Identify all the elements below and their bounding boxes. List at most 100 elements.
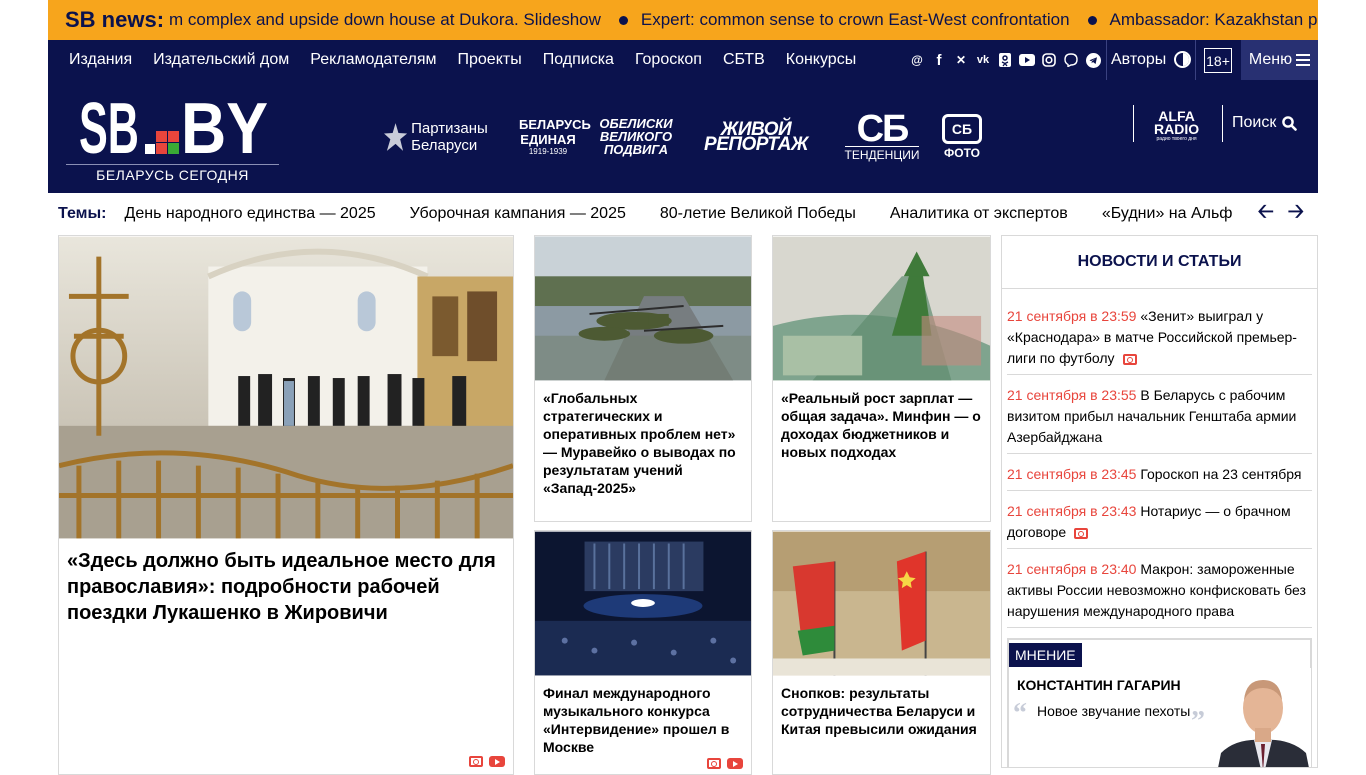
opinion-block[interactable]: МНЕНИЕ КОНСТАНТИН ГАГАРИН “ Новое звучан…	[1007, 638, 1312, 767]
topics-label: Темы:	[58, 205, 107, 222]
project-belarus-one[interactable]: БЕЛАРУСЬ ЕДИНАЯ 1919-1939	[519, 80, 591, 193]
news-card[interactable]: Финал международного музыкального конкур…	[534, 530, 752, 775]
project-trends[interactable]: СБ ТЕНДЕНЦИИ	[842, 80, 922, 193]
project-belarus-one-label: БЕЛАРУСЬ ЕДИНАЯ	[519, 117, 591, 147]
ticker-item[interactable]: Ambassador: Kazakhstan pro	[1110, 10, 1318, 30]
logo-subtitle: БЕЛАРУСЬ СЕГОДНЯ	[96, 167, 249, 183]
author-photo	[1216, 668, 1311, 767]
logo-divider	[66, 164, 279, 165]
vk-icon[interactable]: vk	[975, 52, 991, 68]
opinion-badge: МНЕНИЕ	[1009, 643, 1082, 667]
menu-label: Меню	[1248, 51, 1293, 68]
project-photo[interactable]: СБ ФОТО	[940, 80, 984, 193]
news-item[interactable]: 21 сентября в 23:43 Нотариус — о брачном…	[1007, 501, 1312, 549]
camera-icon	[1122, 353, 1137, 365]
project-live-report-label: ЖИВОЙ РЕПОРТАЖ	[704, 118, 808, 155]
news-feed-header: НОВОСТИ И СТАТЬИ	[1002, 236, 1317, 289]
project-trends-logo: СБ	[856, 107, 910, 150]
topic-item[interactable]: Уборочная кампания — 2025	[410, 205, 626, 223]
news-time: 21 сентября в 23:40	[1007, 561, 1137, 577]
nav-item-projects[interactable]: Проекты	[458, 51, 522, 69]
nav-item-publications[interactable]: Издания	[69, 51, 132, 69]
hamburger-icon	[1296, 54, 1311, 66]
facebook-icon[interactable]: f	[931, 52, 947, 69]
news-item[interactable]: 21 сентября в 23:55 В Беларусь с рабочим…	[1007, 385, 1312, 454]
news-item[interactable]: 21 сентября в 23:40 Макрон: замороженные…	[1007, 559, 1312, 628]
viber-icon[interactable]	[1063, 52, 1079, 68]
main-story-image	[59, 236, 513, 539]
svg-text:SB: SB	[79, 92, 139, 164]
ticker-item[interactable]: Expert: common sense to crown East-West …	[641, 10, 1070, 30]
search-button[interactable]: Поиск	[1232, 114, 1298, 132]
project-partisans-label: Партизаны Беларуси	[411, 119, 488, 154]
news-card-title[interactable]: Финал международного музыкального конкур…	[543, 684, 743, 756]
topics-arrows: 🡠 🡢	[1238, 193, 1318, 235]
search-icon	[1282, 115, 1298, 131]
project-obelisks-label: ОБЕЛИСКИ ВЕЛИКОГО ПОДВИГА	[599, 116, 673, 157]
svg-text:BY: BY	[181, 92, 268, 164]
camera-icon	[469, 756, 483, 767]
news-time: 21 сентября в 23:59	[1007, 308, 1137, 324]
project-live-report[interactable]: ЖИВОЙ РЕПОРТАЖ	[695, 80, 817, 193]
theme-toggle-icon[interactable]	[1174, 51, 1191, 68]
authors-link[interactable]: Авторы	[1111, 40, 1166, 80]
nav-item-advertisers[interactable]: Рекламодателям	[310, 51, 436, 69]
instagram-icon[interactable]	[1041, 52, 1057, 68]
nav-item-subscription[interactable]: Подписка	[543, 51, 614, 69]
nav-item-publishing-house[interactable]: Издательский дом	[153, 51, 289, 69]
x-icon[interactable]: ✕	[953, 52, 969, 68]
arrow-right-icon[interactable]: 🡢	[1288, 197, 1304, 231]
site-logo[interactable]: SB BY БЕЛАРУСЬ СЕГОДНЯ	[66, 92, 279, 184]
arrow-left-icon[interactable]: 🡠	[1258, 197, 1274, 231]
nav-item-horoscope[interactable]: Гороскоп	[635, 51, 702, 69]
topic-item[interactable]: 80-летие Великой Победы	[660, 205, 856, 223]
menu-button[interactable]: Меню	[1241, 40, 1318, 80]
main-story-card[interactable]: «Здесь должно быть идеальное место для п…	[58, 235, 514, 775]
project-belarus-one-years: 1919-1939	[528, 147, 568, 156]
nav-item-sbtv[interactable]: СБТВ	[723, 51, 765, 69]
news-ticker: SB news: m complex and upside down house…	[48, 0, 1318, 40]
project-obelisks[interactable]: ОБЕЛИСКИ ВЕЛИКОГО ПОДВИГА	[591, 80, 681, 193]
radio-name-bottom: RADIO	[1154, 121, 1200, 137]
main-story-title[interactable]: «Здесь должно быть идеальное место для п…	[67, 548, 507, 626]
camera-icon: СБ	[942, 113, 982, 144]
news-item[interactable]: 21 сентября в 23:59 «Зенит» выиграл у «К…	[1007, 306, 1312, 375]
news-card-image	[535, 236, 751, 381]
ticker-dot	[1087, 15, 1097, 25]
topic-item[interactable]: «Будни» на Альф	[1102, 205, 1233, 223]
news-card-title[interactable]: Снопков: результаты сотрудничества Белар…	[781, 684, 985, 738]
ticker-dot	[618, 15, 628, 25]
news-card[interactable]: «Глобальных стратегических и оперативных…	[534, 235, 752, 522]
topic-item[interactable]: Аналитика от экспертов	[890, 205, 1068, 223]
youtube-icon[interactable]	[1019, 52, 1035, 68]
ticker-item[interactable]: m complex and upside down house at Dukor…	[169, 10, 601, 30]
header-divider	[1222, 105, 1223, 142]
odnoklassniki-icon[interactable]	[997, 52, 1013, 68]
media-icons	[707, 758, 743, 769]
news-item[interactable]: 21 сентября в 23:45 Гороскоп на 23 сентя…	[1007, 464, 1312, 491]
nav-divider	[1195, 40, 1196, 80]
topic-item[interactable]: День народного единства — 2025	[125, 205, 376, 223]
opinion-quote[interactable]: Новое звучание пехоты	[1037, 703, 1190, 719]
topics-bar: Темы: День народного единства — 2025 Убо…	[48, 193, 1318, 235]
threads-icon[interactable]: @	[909, 52, 925, 68]
quote-close-icon: ”	[1191, 706, 1205, 737]
video-icon	[489, 756, 505, 767]
alfa-radio-link[interactable]: ALFA RADIO радио твоего дня	[1154, 109, 1200, 142]
header-divider	[1133, 105, 1134, 142]
news-time: 21 сентября в 23:45	[1007, 466, 1137, 482]
news-card-title[interactable]: «Реальный рост зарплат — общая задача». …	[781, 389, 985, 461]
opinion-author[interactable]: КОНСТАНТИН ГАГАРИН	[1017, 677, 1181, 693]
news-feed: НОВОСТИ И СТАТЬИ 21 сентября в 23:59 «Зе…	[1001, 235, 1318, 768]
news-card[interactable]: «Реальный рост зарплат — общая задача». …	[772, 235, 991, 522]
telegram-icon[interactable]	[1085, 52, 1101, 68]
project-partisans[interactable]: Партизаны Беларуси	[384, 80, 496, 193]
media-icons	[469, 756, 505, 767]
news-card-title[interactable]: «Глобальных стратегических и оперативных…	[543, 389, 743, 497]
site-header: SB BY БЕЛАРУСЬ СЕГОДНЯ Партизаны Беларус…	[48, 80, 1318, 193]
news-card[interactable]: Снопков: результаты сотрудничества Белар…	[772, 530, 991, 775]
news-text[interactable]: Гороскоп на 23 сентября	[1140, 466, 1301, 482]
video-icon	[727, 758, 743, 769]
nav-item-contests[interactable]: Конкурсы	[786, 51, 856, 69]
news-time: 21 сентября в 23:43	[1007, 503, 1137, 519]
